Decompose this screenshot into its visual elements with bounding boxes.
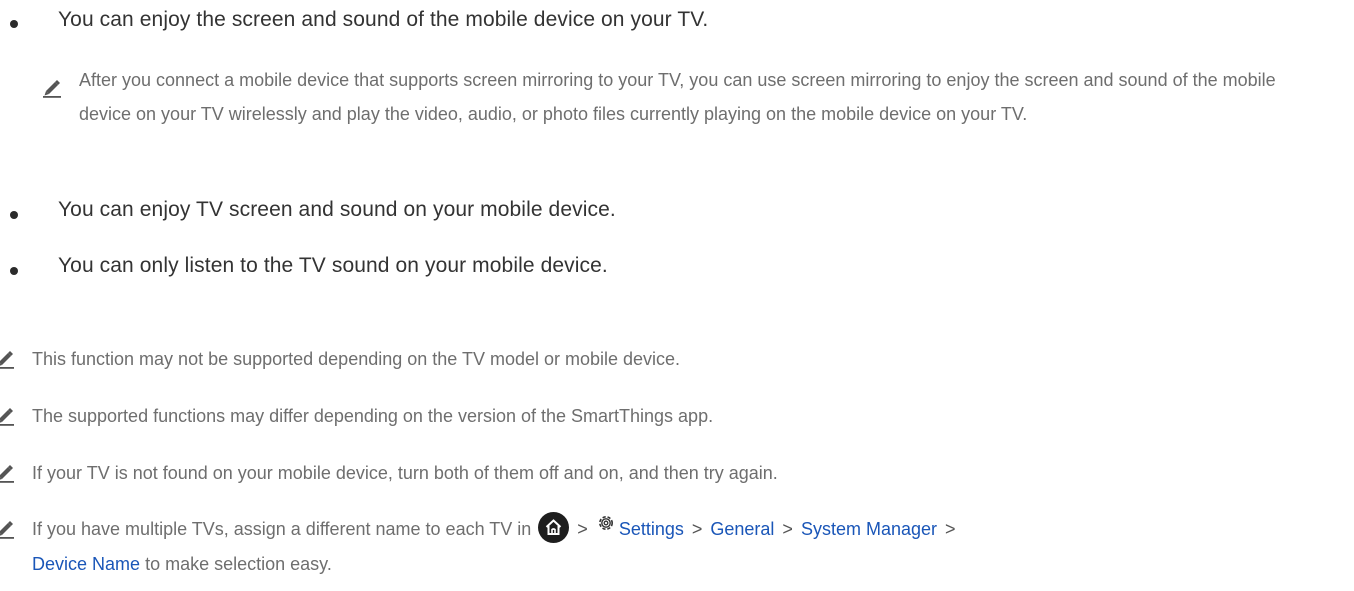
home-icon[interactable]	[538, 511, 570, 543]
nested-note: After you connect a mobile device that s…	[0, 70, 1354, 180]
note-item: The supported functions may differ depen…	[0, 399, 1354, 433]
path-link-settings[interactable]: Settings	[619, 519, 684, 539]
bullet-dot-icon	[10, 267, 18, 275]
nested-note-text: After you connect a mobile device that s…	[79, 70, 1276, 124]
path-link-general[interactable]: General	[710, 519, 774, 539]
pencil-icon	[0, 465, 14, 483]
note-text: If your TV is not found on your mobile d…	[32, 463, 778, 483]
bullet-dot-icon	[10, 211, 18, 219]
note-text: This function may not be supported depen…	[32, 349, 681, 369]
path-separator: >	[945, 519, 956, 539]
bullet-text: You can enjoy the screen and sound of th…	[58, 8, 709, 31]
pencil-icon	[0, 408, 14, 426]
path-separator: >	[691, 519, 703, 539]
bullet-text: You can only listen to the TV sound on y…	[58, 254, 608, 277]
path-link-device-name[interactable]: Device Name	[32, 554, 140, 574]
note-text: If you have multiple TVs, assign a diffe…	[32, 510, 1332, 581]
pencil-icon	[43, 80, 61, 98]
pencil-icon	[0, 521, 14, 539]
note-item: If your TV is not found on your mobile d…	[0, 456, 1354, 490]
document-page: You can enjoy the screen and sound of th…	[0, 0, 1354, 591]
pencil-icon	[0, 351, 14, 369]
note-prefix: If you have multiple TVs, assign a diffe…	[32, 519, 532, 539]
note-item-path: If you have multiple TVs, assign a diffe…	[0, 510, 1354, 588]
note-suffix: to make selection easy.	[145, 554, 332, 575]
path-separator: >	[577, 519, 588, 539]
note-text: The supported functions may differ depen…	[32, 406, 714, 426]
bullet-dot-icon	[10, 20, 18, 28]
note-item: This function may not be supported depen…	[0, 342, 1354, 376]
path-separator: >	[782, 519, 793, 539]
path-link-system-manager[interactable]: System Manager	[801, 519, 937, 539]
bullet-text: You can enjoy TV screen and sound on you…	[58, 198, 616, 221]
gear-icon	[596, 510, 616, 544]
